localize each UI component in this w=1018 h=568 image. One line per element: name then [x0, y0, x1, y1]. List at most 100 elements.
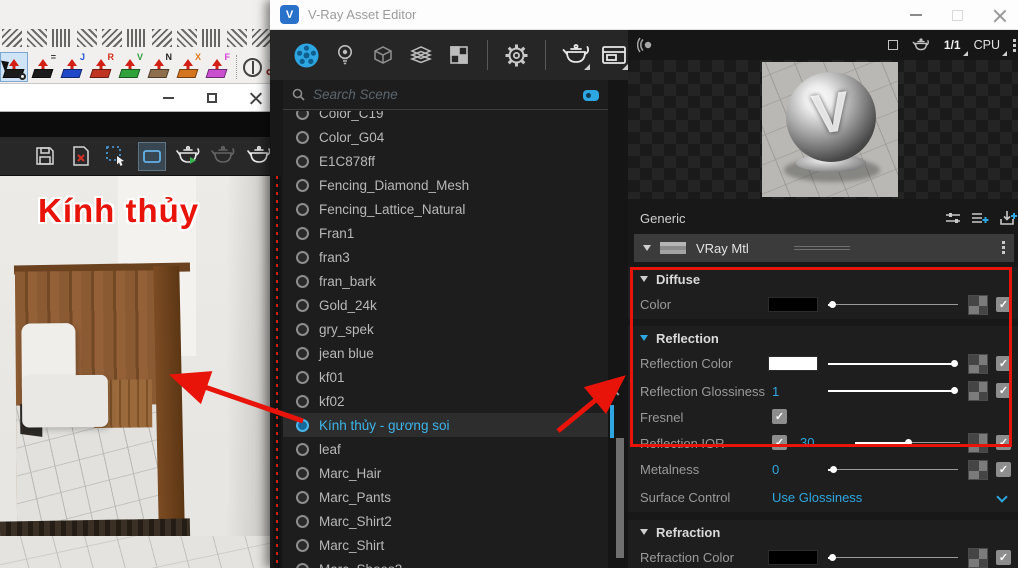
pushpull-tool-selected[interactable] — [0, 52, 28, 82]
color-swatch[interactable] — [768, 550, 818, 565]
param-value[interactable]: 0 — [772, 462, 779, 477]
material-item[interactable]: fran3 — [283, 245, 608, 269]
texture-slot-button[interactable] — [968, 460, 988, 480]
drag-handle[interactable] — [794, 246, 850, 250]
geometries-tab[interactable] — [368, 40, 397, 70]
expand-triangle-icon[interactable] — [643, 245, 651, 251]
surface-control-value[interactable]: Use Glossiness — [772, 490, 862, 505]
profile-tool-icon[interactable] — [177, 29, 197, 47]
ior-checkbox[interactable] — [772, 435, 787, 450]
scrollbar-thumb[interactable] — [616, 438, 624, 558]
stop-render-button[interactable] — [245, 143, 272, 170]
lights-tab[interactable] — [330, 40, 359, 70]
material-type-row[interactable]: VRay Mtl — [634, 234, 1014, 262]
profile-tool-icon[interactable] — [2, 29, 22, 47]
enable-checkbox[interactable] — [996, 356, 1011, 371]
amount-slider[interactable] — [828, 299, 958, 311]
add-layer-icon[interactable] — [970, 209, 990, 227]
pushpull-tool[interactable]: V — [117, 52, 143, 81]
textures-tab[interactable] — [444, 40, 473, 70]
diffuse-section-header[interactable]: Diffuse — [628, 267, 1018, 291]
material-item[interactable]: kf02 — [283, 389, 608, 413]
close-icon[interactable] — [250, 92, 262, 104]
enable-checkbox[interactable] — [996, 462, 1011, 477]
texture-slot-button[interactable] — [968, 433, 988, 453]
texture-slot-button[interactable] — [968, 548, 988, 568]
render-button[interactable] — [560, 40, 591, 70]
engine-selector[interactable]: CPU — [974, 38, 1007, 56]
amount-slider[interactable] — [855, 437, 960, 449]
render-elements-tab[interactable] — [406, 40, 435, 70]
amount-slider[interactable] — [828, 358, 959, 370]
chevron-down-icon[interactable] — [996, 491, 1008, 503]
param-value[interactable]: 1 — [772, 384, 779, 399]
profile-tool-icon[interactable] — [77, 29, 97, 47]
render-preview-teapot-icon[interactable] — [911, 37, 931, 53]
sliders-icon[interactable] — [944, 209, 962, 227]
pushpull-tool[interactable]: R — [88, 52, 114, 81]
material-item[interactable]: Marc_Shoes2 — [283, 557, 608, 568]
material-item[interactable]: jean blue — [283, 341, 608, 365]
save-image-button[interactable] — [32, 143, 59, 170]
minimize-icon[interactable] — [163, 96, 174, 99]
frame-buffer-button[interactable] — [599, 40, 629, 70]
param-value[interactable]: 30 — [800, 435, 814, 450]
texture-slot-button[interactable] — [968, 354, 988, 374]
pushpull-tool[interactable]: = — [30, 52, 56, 81]
refraction-section-header[interactable]: Refraction — [628, 520, 1018, 544]
filter-toggle[interactable] — [583, 90, 599, 101]
maximize-icon[interactable] — [207, 92, 217, 103]
material-item[interactable]: Marc_Pants — [283, 485, 608, 509]
region-select-button[interactable] — [103, 143, 130, 170]
material-item[interactable]: Marc_Shirt — [283, 533, 608, 557]
preview-ratio[interactable]: 1/1 — [944, 38, 968, 56]
profile-tool-icon[interactable] — [102, 29, 122, 47]
material-item[interactable]: Fencing_Diamond_Mesh — [283, 173, 608, 197]
profile-tool-icon[interactable] — [252, 29, 272, 47]
material-item[interactable]: Fencing_Lattice_Natural — [283, 197, 608, 221]
reflection-section-header[interactable]: Reflection — [628, 326, 1018, 350]
amount-slider[interactable] — [828, 464, 958, 476]
material-options-icon[interactable] — [1002, 241, 1005, 254]
profile-tool-icon[interactable] — [227, 29, 247, 47]
material-item[interactable]: Fran1 — [283, 221, 608, 245]
render-button[interactable] — [174, 143, 201, 170]
clear-image-button[interactable] — [68, 143, 95, 170]
region-render-button[interactable] — [137, 141, 167, 171]
pushpull-tool[interactable]: F — [204, 52, 230, 81]
settings-tab[interactable] — [502, 40, 531, 70]
color-swatch[interactable] — [768, 297, 818, 312]
amount-slider[interactable] — [828, 552, 958, 564]
fresnel-checkbox[interactable] — [772, 409, 787, 424]
material-item[interactable]: Marc_Hair — [283, 461, 608, 485]
collapse-panel-chevron[interactable] — [612, 384, 624, 396]
close-icon[interactable] — [993, 9, 1006, 22]
material-item[interactable]: kf01 — [283, 365, 608, 389]
pushpull-tool[interactable]: X — [175, 52, 201, 81]
material-item[interactable]: Color_C19 — [283, 111, 608, 125]
material-item[interactable]: Gold_24k — [283, 293, 608, 317]
maximize-icon[interactable] — [952, 9, 963, 21]
profile-tool-icon[interactable] — [127, 29, 147, 47]
enable-checkbox[interactable] — [996, 297, 1011, 312]
enable-checkbox[interactable] — [996, 383, 1011, 398]
profile-tool-icon[interactable] — [52, 29, 72, 47]
materials-tab[interactable] — [292, 40, 321, 70]
enable-checkbox[interactable] — [996, 435, 1011, 450]
profile-tool-icon[interactable] — [202, 29, 222, 47]
render-last-button[interactable] — [210, 143, 237, 170]
pushpull-tool[interactable]: J — [59, 52, 85, 81]
color-swatch[interactable] — [768, 356, 818, 371]
material-item[interactable]: E1C878ff — [283, 149, 608, 173]
texture-slot-button[interactable] — [968, 295, 988, 315]
profile-tool-icon[interactable] — [152, 29, 172, 47]
material-item[interactable]: gry_spek — [283, 317, 608, 341]
enable-checkbox[interactable] — [996, 550, 1011, 565]
material-item-selected[interactable]: Kính thủy - gương soi — [283, 413, 608, 437]
pushpull-tool[interactable]: N — [146, 52, 172, 81]
protractor-tool-icon[interactable] — [243, 57, 262, 77]
material-item[interactable]: leaf — [283, 437, 608, 461]
profile-tool-icon[interactable] — [27, 29, 47, 47]
material-item[interactable]: Marc_Shirt2 — [283, 509, 608, 533]
texture-slot-button[interactable] — [968, 381, 988, 401]
